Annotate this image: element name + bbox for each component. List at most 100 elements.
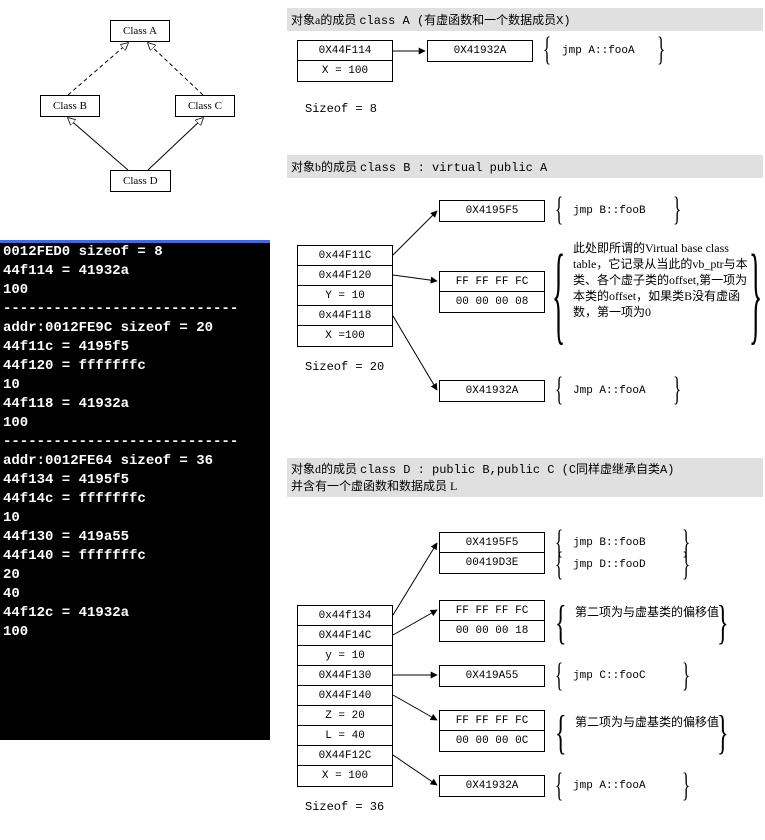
brace-icon: { [555,767,563,805]
section-d-line2: 并含有一个虚函数和数据成员 L [291,479,457,493]
annotation: jmp B::fooB [573,204,646,219]
brace-icon: } [717,705,729,760]
memcell: 0x44f134 [297,605,393,627]
brace-icon: { [543,31,551,69]
annotation-vbtable: 此处即所谓的Virtual base class table，它记录从当此的vb… [573,240,748,320]
section-a-title: 对象a的成员 [291,13,359,27]
vbtable-entry: FF FF FF FC [439,271,545,293]
brace-icon: { [555,546,563,584]
annotation: jmp D::fooD [573,558,646,573]
section-d-code: class D : public B,public C (C同样虚继承自类A) [360,463,674,477]
section-a-diagram: 0X44F114 X = 100 0X41932A { jmp A::fooA … [287,40,763,140]
memcell: 0x44F118 [297,305,393,327]
section-b-header: 对象b的成员 class B : virtual public A [287,155,763,178]
brace-icon: } [673,371,681,409]
console-output: 0012FED0 sizeof = 8 44f114 = 41932a 100 … [0,240,270,740]
console-line: 0012FED0 sizeof = 8 [0,243,270,262]
console-line: 10 [0,509,270,528]
console-separator: ---------------------------- [0,300,270,319]
memcell: 0X44F12C [297,745,393,767]
vbtable-entry: 00 00 00 18 [439,620,545,642]
annotation: 第二项为与虚基类的偏移值 [575,604,725,620]
sizeof-label: Sizeof = 8 [305,102,377,116]
console-line: 40 [0,585,270,604]
memcell: 0x44F11C [297,245,393,267]
console-line: 44f140 = fffffffc [0,547,270,566]
vtable-entry: 0X419A55 [439,665,545,687]
vtable-entry: 0X41932A [427,40,533,62]
brace-icon: { [555,657,563,695]
brace-icon: { [555,191,563,229]
annotation: jmp A::fooA [562,44,635,59]
vtable-entry: 00419D3E [439,552,545,574]
vbtable-entry: 00 00 00 08 [439,291,545,313]
console-line: 44f120 = fffffffc [0,357,270,376]
console-line: 20 [0,566,270,585]
console-line: 44f14c = fffffffc [0,490,270,509]
sizeof-label: Sizeof = 20 [305,360,384,374]
brace-icon: } [682,767,690,805]
annotation: jmp A::fooA [573,779,646,794]
annotation: jmp C::fooC [573,669,646,684]
console-line: 44f114 = 41932a [0,262,270,281]
vtable-entry: 0X41932A [439,380,545,402]
annotation: 第二项为与虚基类的偏移值 [575,714,725,730]
vtable-entry: 0X4195F5 [439,532,545,554]
memcell: X =100 [297,325,393,347]
vbtable-entry: 00 00 00 0C [439,730,545,752]
vbtable-entry: FF FF FF FC [439,710,545,732]
vbtable-entry: FF FF FF FC [439,600,545,622]
console-separator: ---------------------------- [0,433,270,452]
memcell: X = 100 [297,765,393,787]
memcell: y = 10 [297,645,393,667]
console-line: 44f118 = 41932a [0,395,270,414]
section-b-diagram: 0x44F11C 0x44F120 Y = 10 0x44F118 X =100… [287,185,763,445]
section-d-title: 对象d的成员 [291,462,360,476]
console-line: 44f134 = 4195f5 [0,471,270,490]
section-a-header: 对象a的成员 class A (有虚函数和一个数据成员X) [287,8,763,31]
uml-class-a: Class A [110,20,170,42]
console-line: 100 [0,623,270,642]
section-d-header: 对象d的成员 class D : public B,public C (C同样虚… [287,458,763,497]
brace-icon: { [555,705,567,760]
memcell: Y = 10 [297,285,393,307]
console-line: 44f11c = 4195f5 [0,338,270,357]
section-b-title: 对象b的成员 [291,160,360,174]
brace-icon: } [682,657,690,695]
section-d-diagram: 0x44f134 0X44F14C y = 10 0X44F130 0X44F1… [287,500,763,840]
console-line: 44f130 = 419a55 [0,528,270,547]
memcell: 0X44F130 [297,665,393,687]
memcell-vptr: 0X44F114 [297,40,393,62]
brace-icon: { [555,595,567,650]
brace-icon: } [657,31,665,69]
uml-diagram: Class A Class B Class C Class D [20,10,260,210]
memcell: 0X44F140 [297,685,393,707]
console-line: addr:0012FE9C sizeof = 20 [0,319,270,338]
uml-class-d: Class D [110,170,171,192]
sizeof-label: Sizeof = 36 [305,800,384,814]
memcell: Z = 20 [297,705,393,727]
memcell: 0x44F120 [297,265,393,287]
brace-icon: } [682,546,690,584]
console-line: addr:0012FE64 sizeof = 36 [0,452,270,471]
brace-icon: } [749,230,762,357]
vtable-entry: 0X41932A [439,775,545,797]
memcell: 0X44F14C [297,625,393,647]
memcell-x: X = 100 [297,60,393,82]
console-line: 100 [0,281,270,300]
vtable-entry: 0X4195F5 [439,200,545,222]
annotation: Jmp A::fooA [573,384,646,399]
console-line: 100 [0,414,270,433]
brace-icon: { [555,371,563,409]
section-b-code: class B : virtual public A [360,161,547,175]
uml-class-c: Class C [175,95,235,117]
annotation: jmp B::fooB [573,536,646,551]
console-line: 10 [0,376,270,395]
console-line: 44f12c = 41932a [0,604,270,623]
section-a-code: class A (有虚函数和一个数据成员X) [359,14,570,28]
brace-icon: { [552,230,565,357]
uml-class-b: Class B [40,95,100,117]
memcell: L = 40 [297,725,393,747]
brace-icon: } [673,191,681,229]
brace-icon: } [717,595,729,650]
